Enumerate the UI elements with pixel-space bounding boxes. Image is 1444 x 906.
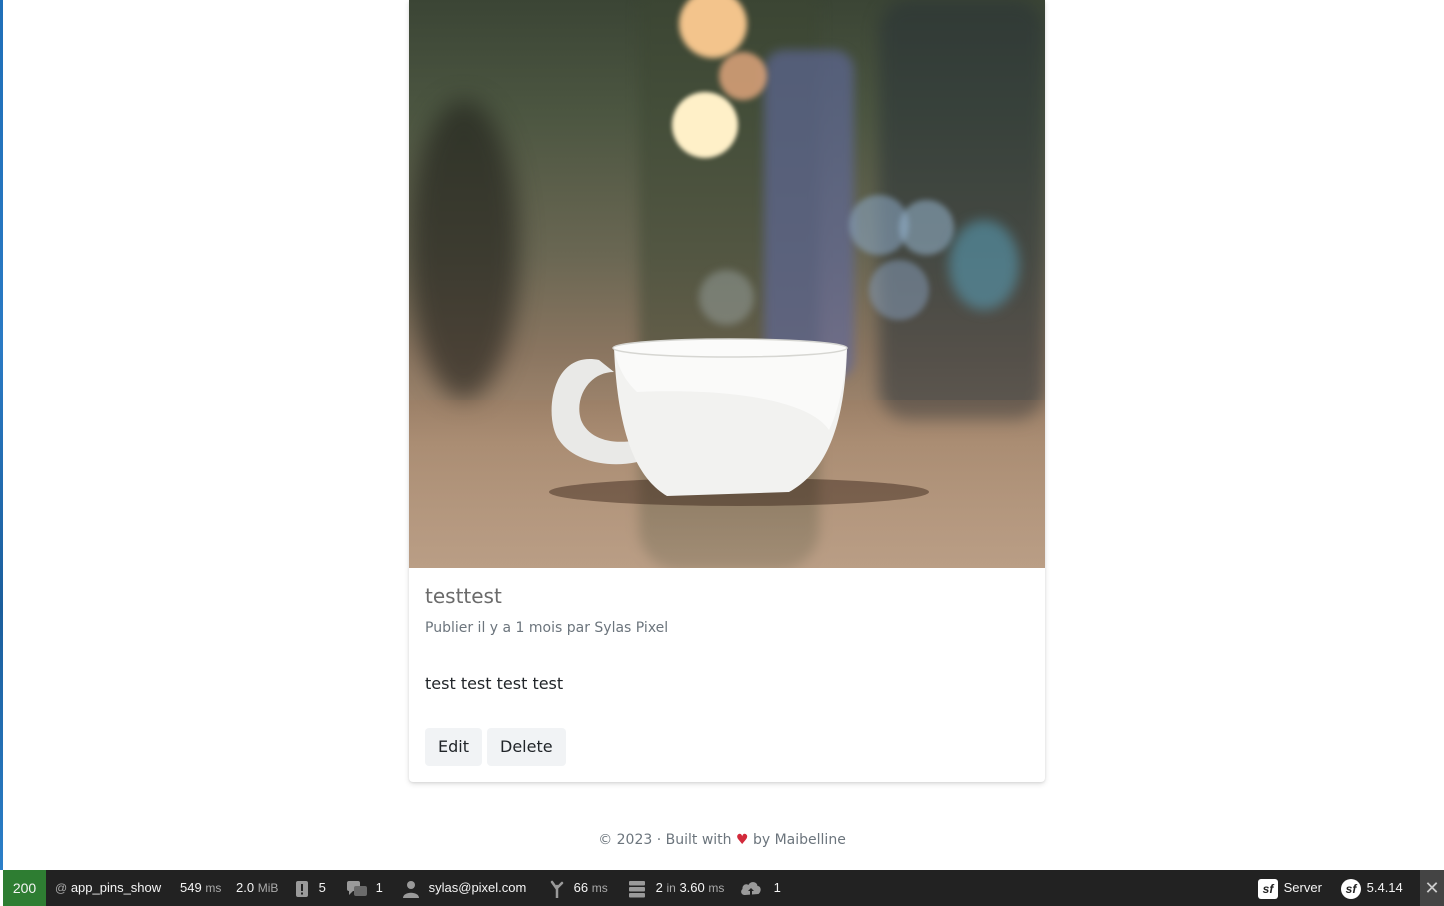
db-unit: ms <box>708 881 725 895</box>
memory-unit: MiB <box>257 881 279 895</box>
edit-button[interactable]: Edit <box>425 728 482 766</box>
twig-time: 66 <box>573 880 589 895</box>
close-toolbar-icon[interactable]: ✕ <box>1420 870 1444 906</box>
left-window-edge <box>0 0 3 870</box>
server-panel[interactable]: sf Server <box>1258 870 1322 906</box>
status-code-badge[interactable]: 200 <box>3 870 46 906</box>
db-query-count: 2 <box>655 880 663 895</box>
footer-author: by Maibelline <box>752 832 846 848</box>
twig-unit: ms <box>591 881 608 895</box>
route-name: app_pins_show <box>70 880 162 895</box>
twig-icon <box>550 880 568 899</box>
pin-meta: Publier il y a 1 mois par Sylas Pixel <box>425 620 669 636</box>
at-icon: @ <box>55 881 68 895</box>
logs-count: 5 <box>318 880 326 895</box>
security-panel[interactable]: sylas@pixel.com <box>403 870 526 906</box>
cup-illustration <box>549 338 929 506</box>
db-in-label: in <box>666 881 676 895</box>
memory-value: 2.0 <box>236 880 255 895</box>
memory-panel[interactable]: 2.0 MiB <box>236 870 278 906</box>
pin-image <box>409 0 1045 568</box>
route-panel[interactable]: @ app_pins_show <box>55 870 161 906</box>
logs-icon <box>295 880 313 897</box>
pin-title: testtest <box>425 584 502 608</box>
server-label: Server <box>1283 880 1322 895</box>
translation-panel[interactable]: 1 <box>346 870 383 906</box>
symfony-logo-icon: sf <box>1341 878 1361 899</box>
time-unit: ms <box>205 881 222 895</box>
symfony-debug-toolbar: 200 @ app_pins_show 549 ms 2.0 MiB 5 1 s… <box>3 870 1444 906</box>
translation-icon <box>346 880 372 896</box>
heart-icon: ♥ <box>735 832 749 848</box>
http-count: 1 <box>773 880 781 895</box>
db-time: 3.60 <box>679 880 705 895</box>
translation-count: 1 <box>375 880 383 895</box>
time-panel[interactable]: 549 ms <box>180 870 221 906</box>
symfony-version: 5.4.14 <box>1366 880 1403 895</box>
time-value: 549 <box>180 880 202 895</box>
footer-prefix: © 2023 · Built with <box>598 832 732 848</box>
user-email: sylas@pixel.com <box>428 880 527 895</box>
database-panel[interactable]: 2 in 3.60 ms <box>628 870 724 906</box>
twig-panel[interactable]: 66 ms <box>550 870 608 906</box>
symfony-server-icon: sf <box>1258 878 1278 899</box>
user-icon <box>403 880 423 898</box>
cloud-upload-icon <box>740 880 766 895</box>
symfony-version-panel[interactable]: sf 5.4.14 <box>1341 870 1403 906</box>
pin-card: testtest Publier il y a 1 mois par Sylas… <box>409 0 1045 782</box>
http-client-panel[interactable]: 1 <box>740 870 781 906</box>
database-icon <box>628 880 650 898</box>
delete-button[interactable]: Delete <box>487 728 566 766</box>
page-footer: © 2023 · Built with ♥ by Maibelline <box>0 832 1444 848</box>
pin-description: test test test test <box>425 674 564 693</box>
logs-panel[interactable]: 5 <box>295 870 326 906</box>
